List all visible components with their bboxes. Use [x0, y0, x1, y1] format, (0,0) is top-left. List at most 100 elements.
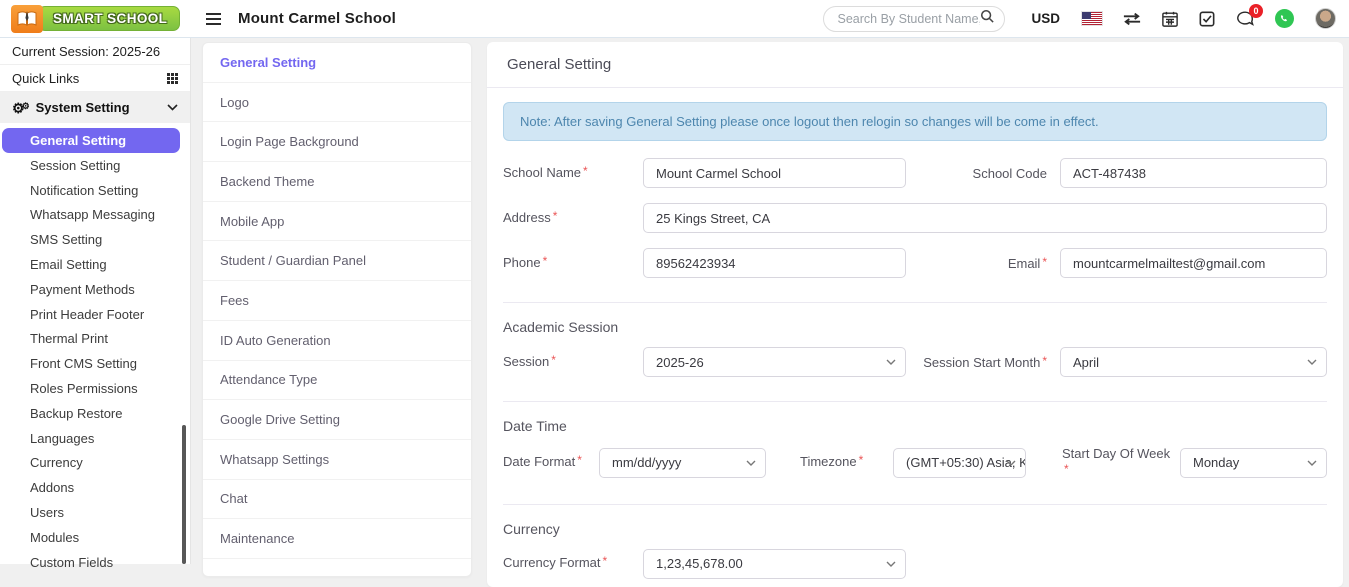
quick-links-label: Quick Links — [12, 71, 79, 86]
sidebar-item-addons[interactable]: Addons — [0, 475, 190, 500]
email-label: Email* — [906, 256, 1060, 271]
settings-tab-google-drive-setting[interactable]: Google Drive Setting — [203, 400, 471, 440]
required-mark: * — [553, 209, 558, 223]
school-name-input[interactable] — [643, 158, 906, 188]
school-code-input[interactable] — [1060, 158, 1327, 188]
required-mark: * — [551, 353, 556, 367]
sidebar-item-general-setting[interactable]: General Setting — [2, 128, 180, 153]
search-input[interactable] — [837, 12, 980, 26]
calendar-icon[interactable] — [1162, 11, 1178, 27]
search-icon[interactable] — [980, 9, 994, 28]
chevron-down-icon — [1307, 359, 1317, 365]
sidebar-item-modules[interactable]: Modules — [0, 525, 190, 550]
settings-tab-fees[interactable]: Fees — [203, 281, 471, 321]
card-title: General Setting — [487, 42, 1343, 88]
top-header: SMART SCHOOL Mount Carmel School USD — [0, 0, 1349, 38]
chevron-down-icon — [746, 460, 756, 466]
date-format-value: mm/dd/yyyy — [612, 455, 681, 470]
settings-tab-logo[interactable]: Logo — [203, 83, 471, 123]
user-avatar[interactable] — [1315, 8, 1336, 29]
settings-tab-general-setting[interactable]: General Setting — [203, 43, 471, 83]
settings-tab-login-page-background[interactable]: Login Page Background — [203, 122, 471, 162]
general-setting-card: General Setting Note: After saving Gener… — [487, 42, 1343, 587]
settings-nav-card: General Setting Logo Login Page Backgrou… — [202, 42, 472, 577]
session-label: Session* — [503, 354, 643, 371]
required-mark: * — [577, 453, 582, 467]
sidebar-item-system-setting[interactable]: ⚙⚙ System Setting — [0, 92, 190, 123]
settings-tab-student-guardian-panel[interactable]: Student / Guardian Panel — [203, 241, 471, 281]
school-code-label: School Code — [906, 166, 1060, 181]
settings-tab-chat[interactable]: Chat — [203, 480, 471, 520]
switch-session-icon[interactable] — [1123, 12, 1141, 26]
sidebar-item-whatsapp-messaging[interactable]: Whatsapp Messaging — [0, 203, 190, 228]
sidebar-item-email-setting[interactable]: Email Setting — [0, 252, 190, 277]
sidebar-item-payment-methods[interactable]: Payment Methods — [0, 277, 190, 302]
required-mark: * — [603, 554, 608, 568]
session-select[interactable]: 2025-26 — [643, 347, 906, 377]
menu-toggle-button[interactable] — [200, 6, 226, 32]
settings-tab-id-auto-generation[interactable]: ID Auto Generation — [203, 321, 471, 361]
sidebar-item-print-header-footer[interactable]: Print Header Footer — [0, 302, 190, 327]
chevron-down-icon — [886, 359, 896, 365]
info-note: Note: After saving General Setting pleas… — [503, 102, 1327, 141]
required-mark: * — [859, 453, 864, 467]
language-flag-icon[interactable] — [1082, 12, 1102, 25]
date-format-label: Date Format* — [503, 454, 599, 471]
messages-count-badge: 0 — [1249, 4, 1263, 18]
student-search — [823, 6, 1005, 32]
app-logo[interactable]: SMART SCHOOL — [0, 5, 190, 33]
date-format-select[interactable]: mm/dd/yyyy — [599, 448, 766, 478]
currency-heading: Currency — [503, 521, 1327, 537]
session-value: 2025-26 — [656, 355, 704, 370]
chevron-down-icon — [1006, 460, 1016, 466]
header-actions: USD 0 — [823, 6, 1349, 32]
sidebar-item-notification-setting[interactable]: Notification Setting — [0, 178, 190, 203]
required-mark: * — [1042, 354, 1047, 368]
required-mark: * — [543, 254, 548, 268]
book-pen-logo-icon — [11, 5, 43, 33]
sidebar-item-sms-setting[interactable]: SMS Setting — [0, 227, 190, 252]
address-label: Address* — [503, 210, 643, 227]
gears-icon: ⚙⚙ — [12, 101, 30, 115]
school-name-label: School Name* — [503, 165, 643, 182]
start-day-of-week-select[interactable]: Monday — [1180, 448, 1327, 478]
quick-links[interactable]: Quick Links — [0, 65, 190, 92]
required-mark: * — [583, 164, 588, 178]
grid-icon — [167, 73, 178, 84]
whatsapp-icon[interactable] — [1275, 9, 1294, 28]
phone-input[interactable] — [643, 248, 906, 278]
phone-label: Phone* — [503, 255, 643, 272]
session-start-month-value: April — [1073, 355, 1099, 370]
sidebar-scrollbar[interactable] — [182, 425, 186, 564]
main-sidebar: Current Session: 2025-26 Quick Links ⚙⚙ … — [0, 38, 191, 564]
settings-tab-backend-theme[interactable]: Backend Theme — [203, 162, 471, 202]
chevron-down-icon — [167, 104, 178, 111]
content-area: General Setting Logo Login Page Backgrou… — [191, 38, 1349, 564]
timezone-label: Timezone* — [800, 454, 893, 471]
sidebar-item-thermal-print[interactable]: Thermal Print — [0, 327, 190, 352]
system-setting-label: System Setting — [36, 100, 130, 115]
timezone-select[interactable]: (GMT+05:30) Asia, Kolkata — [893, 448, 1026, 478]
sidebar-item-custom-fields[interactable]: Custom Fields — [0, 550, 190, 575]
settings-tab-mobile-app[interactable]: Mobile App — [203, 202, 471, 242]
sidebar-item-currency[interactable]: Currency — [0, 451, 190, 476]
tasks-icon[interactable] — [1199, 11, 1215, 27]
settings-tab-whatsapp-settings[interactable]: Whatsapp Settings — [203, 440, 471, 480]
sidebar-item-front-cms-setting[interactable]: Front CMS Setting — [0, 351, 190, 376]
email-input[interactable] — [1060, 248, 1327, 278]
required-mark: * — [1064, 462, 1069, 476]
sidebar-item-session-setting[interactable]: Session Setting — [0, 153, 190, 178]
sidebar-item-backup-restore[interactable]: Backup Restore — [0, 401, 190, 426]
currency-selector[interactable]: USD — [1031, 11, 1060, 26]
brand-name: SMART SCHOOL — [53, 11, 167, 26]
messages-icon[interactable]: 0 — [1236, 11, 1254, 27]
settings-tab-attendance-type[interactable]: Attendance Type — [203, 361, 471, 401]
sidebar-item-roles-permissions[interactable]: Roles Permissions — [0, 376, 190, 401]
date-time-heading: Date Time — [503, 418, 1327, 434]
address-input[interactable] — [643, 203, 1327, 233]
sidebar-item-languages[interactable]: Languages — [0, 426, 190, 451]
start-day-of-week-value: Monday — [1193, 455, 1239, 470]
settings-tab-maintenance[interactable]: Maintenance — [203, 519, 471, 559]
sidebar-item-users[interactable]: Users — [0, 500, 190, 525]
session-start-month-select[interactable]: April — [1060, 347, 1327, 377]
